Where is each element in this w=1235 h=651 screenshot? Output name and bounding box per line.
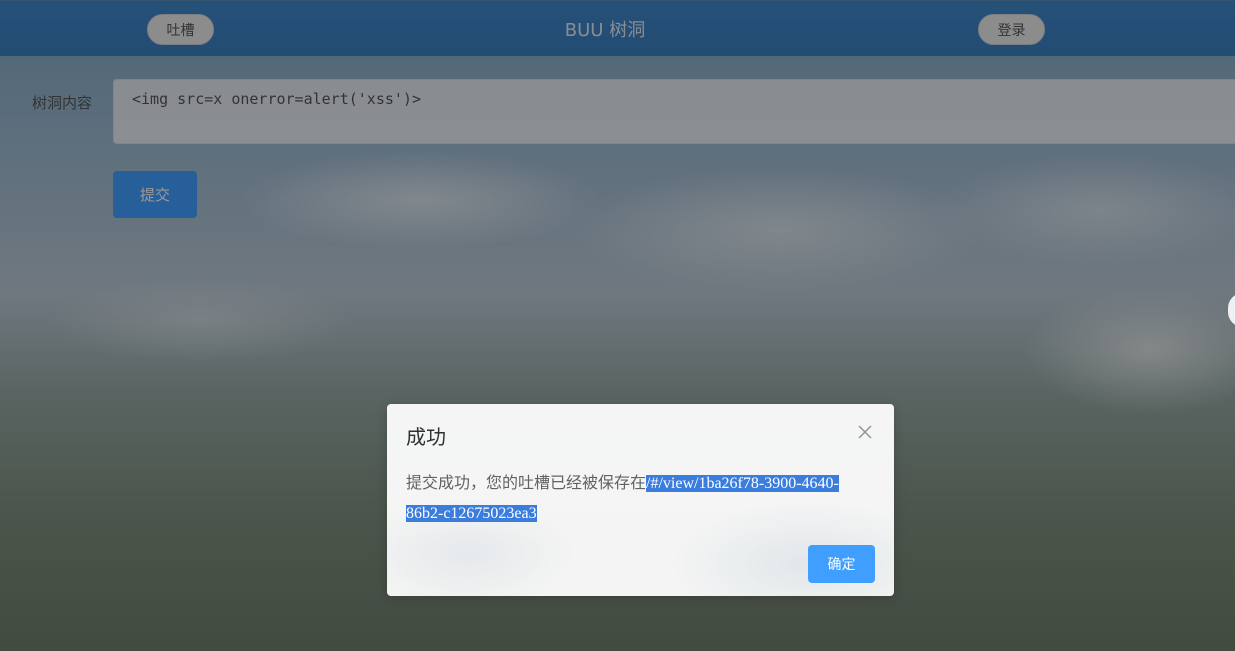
- success-dialog: 成功 提交成功，您的吐槽已经被保存在/#/view/1ba26f78-3900-…: [387, 404, 894, 596]
- confirm-button[interactable]: 确定: [808, 545, 875, 583]
- dialog-title: 成功: [406, 425, 446, 449]
- close-icon[interactable]: [856, 423, 874, 441]
- dialog-message-text: 提交成功，您的吐槽已经被保存在: [406, 473, 647, 492]
- dialog-message: 提交成功，您的吐槽已经被保存在/#/view/1ba26f78-3900-464…: [406, 468, 876, 528]
